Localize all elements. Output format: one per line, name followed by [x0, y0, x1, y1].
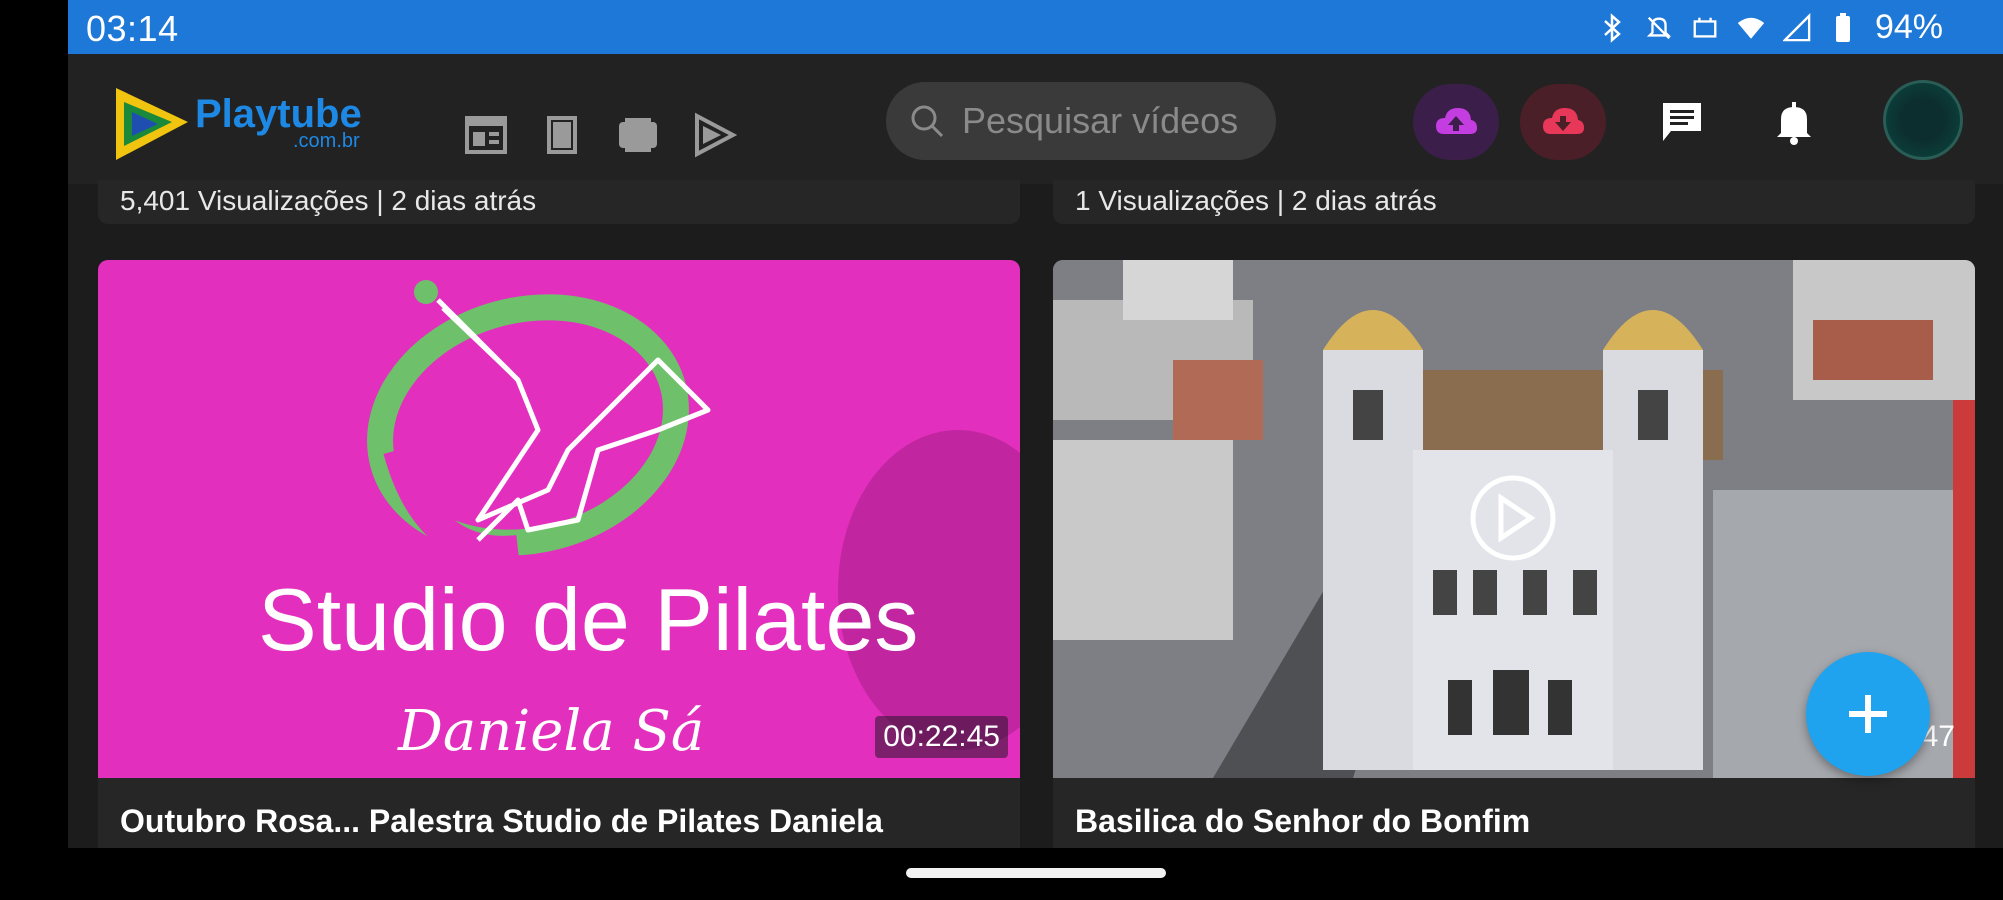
duration-badge: 00:22:45 — [875, 716, 1008, 758]
daniela-script-text: Daniela Sá — [397, 699, 704, 764]
cloud-upload-icon — [1436, 108, 1477, 134]
film-icon[interactable] — [539, 112, 585, 158]
notifications-icon[interactable] — [1766, 94, 1822, 150]
cloud-download-icon — [1543, 108, 1584, 134]
status-time: 03:14 — [86, 8, 179, 49]
video-title-1[interactable]: Outubro Rosa... Palestra Studio de Pilat… — [98, 778, 1020, 848]
search-icon — [908, 102, 946, 140]
app-screen: 03:14 94% Playtube .com.br Pesquisar víd… — [68, 0, 2003, 900]
video-meta-previous-1: 5,401 Visualizações | 2 dias atrás — [98, 180, 1020, 224]
logo-subtext: .com.br — [293, 130, 360, 152]
system-nav-bar — [68, 848, 2003, 900]
battery-percent: 94% — [1874, 8, 1943, 46]
video-title-2[interactable]: Basilica do Senhor do Bonfim — [1053, 778, 1975, 848]
upload-button[interactable] — [1413, 84, 1499, 160]
download-button[interactable] — [1520, 84, 1606, 160]
plus-icon — [1849, 695, 1887, 733]
messages-icon[interactable] — [1654, 94, 1710, 150]
camera-roll-icon[interactable] — [615, 112, 661, 158]
play-icon[interactable] — [691, 112, 738, 158]
signal-icon — [1782, 11, 1811, 45]
home-gesture-handle[interactable] — [906, 868, 1166, 878]
status-bar: 03:14 94% — [68, 0, 2003, 54]
header-nav — [463, 112, 738, 158]
search-input[interactable] — [962, 96, 1262, 146]
bluetooth-icon — [1599, 11, 1627, 45]
mute-icon — [1645, 11, 1673, 45]
video-thumbnail-1[interactable]: Studio de Pilates Daniela Sá 00:22:45 — [98, 260, 1020, 778]
data-saver-icon — [1691, 11, 1719, 45]
wifi-icon — [1737, 11, 1765, 45]
logo-icon — [116, 88, 188, 160]
status-icons: 94% — [1599, 8, 1943, 47]
browser-icon[interactable] — [463, 112, 509, 158]
app-header: Playtube .com.br — [68, 54, 2003, 184]
studio-text: Studio de Pilates — [258, 570, 918, 669]
battery-icon — [1829, 11, 1857, 45]
video-meta-previous-2: 1 Visualizações | 2 dias atrás — [1053, 180, 1975, 224]
add-fab-button[interactable] — [1806, 652, 1930, 776]
pilates-logo-image: Studio de Pilates Daniela Sá — [258, 280, 1020, 764]
user-avatar[interactable] — [1883, 80, 1963, 160]
playtube-logo[interactable]: Playtube .com.br — [108, 80, 388, 170]
search-bar[interactable] — [886, 82, 1276, 160]
